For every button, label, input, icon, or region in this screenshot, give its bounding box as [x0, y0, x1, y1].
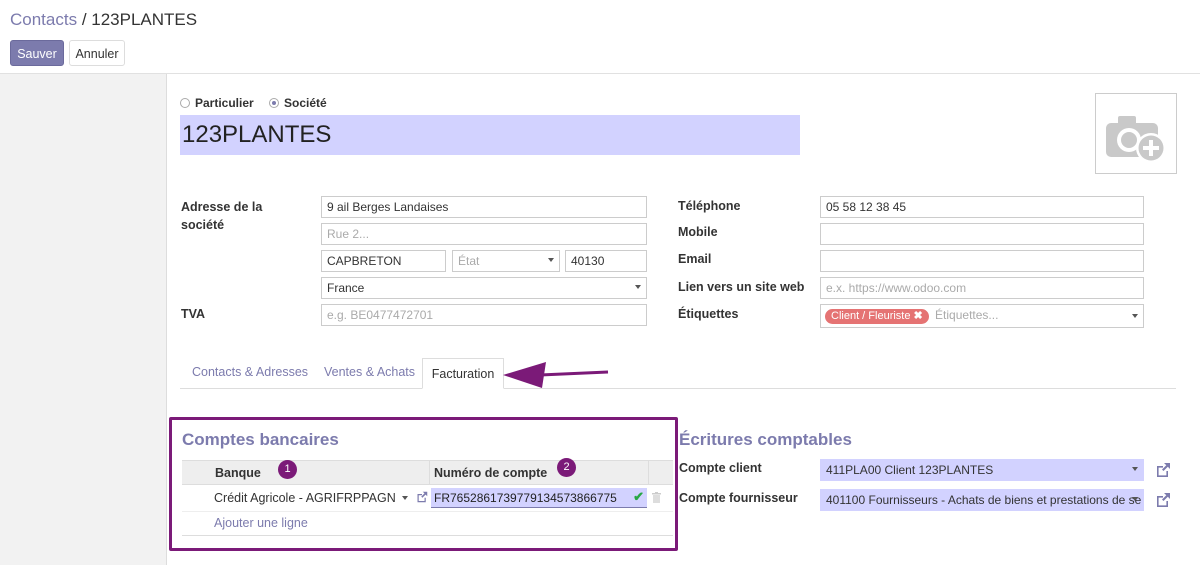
image-upload[interactable]	[1095, 93, 1177, 174]
email-label: Email	[678, 252, 712, 266]
save-button[interactable]: Sauver	[10, 40, 64, 66]
phone-label: Téléphone	[678, 199, 741, 213]
supplier-account-value: 401100 Fournisseurs - Achats de biens et…	[826, 493, 1142, 507]
tag-remove-icon[interactable]: ✖	[913, 310, 922, 322]
tags-input[interactable]: Client / Fleuriste ✖ Étiquettes...	[820, 304, 1144, 328]
tab-bar-divider	[180, 388, 1176, 389]
zip-input[interactable]: 40130	[565, 250, 647, 272]
supplier-account-label: Compte fournisseur	[679, 491, 798, 505]
company-name-field[interactable]: 123PLANTES	[180, 115, 800, 155]
camera-plus-icon	[1106, 116, 1166, 163]
external-link-icon[interactable]	[1155, 462, 1171, 478]
website-input[interactable]: e.x. https://www.odoo.com	[820, 277, 1144, 299]
tag-label: Client / Fleuriste	[831, 310, 911, 322]
street-input[interactable]: 9 ail Berges Landaises	[321, 196, 647, 218]
radio-individual-dot[interactable]	[180, 98, 190, 108]
vat-input[interactable]: e.g. BE0477472701	[321, 304, 647, 326]
cancel-button[interactable]: Annuler	[69, 40, 125, 66]
radio-company-dot[interactable]	[269, 98, 279, 108]
email-input[interactable]	[820, 250, 1144, 272]
radio-individual-label: Particulier	[195, 96, 254, 110]
tab-contacts-addresses[interactable]: Contacts & Adresses	[192, 365, 308, 379]
breadcrumb-contacts-link[interactable]: Contacts	[10, 10, 77, 29]
chevron-down-icon	[548, 258, 554, 262]
mobile-label: Mobile	[678, 225, 718, 239]
chevron-down-icon	[635, 285, 641, 289]
country-select[interactable]: France	[321, 277, 647, 299]
customer-account-select[interactable]: 411PLA00 Client 123PLANTES	[820, 459, 1144, 481]
chevron-down-icon	[1132, 497, 1138, 501]
annotation-highlight-box	[169, 417, 678, 551]
state-select[interactable]: État	[452, 250, 560, 272]
chevron-down-icon	[1132, 314, 1138, 318]
breadcrumb-current: 123PLANTES	[91, 10, 198, 29]
radio-individual[interactable]: Particulier	[180, 96, 254, 110]
radio-company-label: Société	[284, 96, 327, 110]
breadcrumb: Contacts / 123PLANTES	[10, 10, 197, 30]
mobile-input[interactable]	[820, 223, 1144, 245]
customer-account-label: Compte client	[679, 461, 762, 475]
breadcrumb-separator: /	[77, 10, 92, 29]
customer-account-value: 411PLA00 Client 123PLANTES	[826, 463, 994, 477]
phone-input[interactable]: 05 58 12 38 45	[820, 196, 1144, 218]
website-label: Lien vers un site web	[678, 280, 805, 294]
vat-label: TVA	[181, 307, 206, 321]
accounting-entries-title: Écritures comptables	[679, 430, 852, 449]
country-value: France	[327, 281, 365, 295]
street2-input[interactable]: Rue 2...	[321, 223, 647, 245]
chevron-down-icon	[1132, 467, 1138, 471]
city-input[interactable]: CAPBRETON	[321, 250, 446, 272]
tags-placeholder: Étiquettes...	[935, 308, 999, 322]
tab-invoicing[interactable]: Facturation	[422, 358, 504, 389]
supplier-account-select[interactable]: 401100 Fournisseurs - Achats de biens et…	[820, 489, 1144, 511]
radio-company[interactable]: Société	[269, 96, 327, 110]
tab-sales-purchases[interactable]: Ventes & Achats	[324, 365, 415, 379]
external-link-icon[interactable]	[1155, 492, 1171, 508]
tags-label: Étiquettes	[678, 307, 739, 321]
form-background	[0, 74, 166, 565]
address-label: Adresse de la société	[181, 200, 263, 232]
tag-badge: Client / Fleuriste ✖	[825, 309, 929, 324]
annotation-arrow-icon	[503, 362, 609, 388]
state-placeholder: État	[458, 254, 480, 268]
